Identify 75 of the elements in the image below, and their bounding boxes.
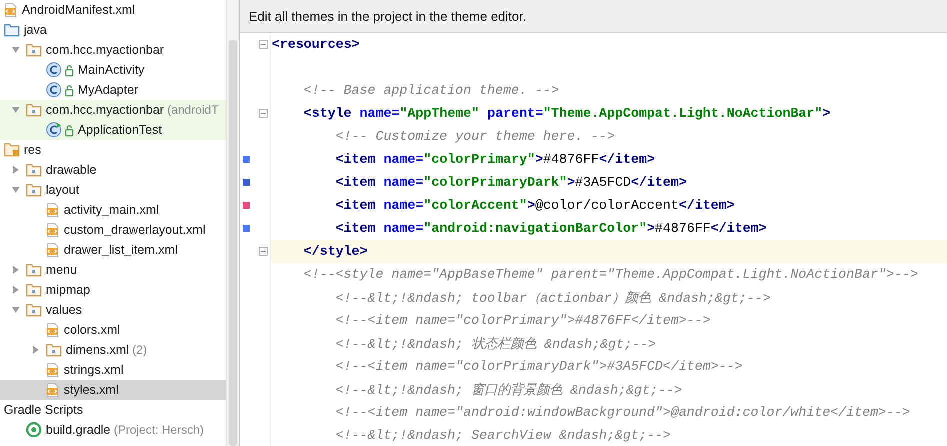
code-line: <!--&lt;!&ndash; SearchView &ndash;&gt;-->	[336, 428, 671, 443]
collapse-arrow-icon[interactable]	[11, 306, 21, 314]
code-line: <!--<item name="colorPrimary">#4876FF</item>-->	[336, 313, 711, 328]
package-folder-icon	[26, 164, 42, 176]
tree-item[interactable]: strings.xml	[0, 360, 226, 380]
tree-item[interactable]: layout	[0, 180, 226, 200]
banner-text: Edit all themes in the project in the theme editor.	[249, 8, 526, 24]
tree-item[interactable]: AndroidManifest.xml	[0, 0, 226, 20]
tree-item[interactable]: drawable	[0, 160, 226, 180]
tree-item[interactable]: com.hcc.myactionbar	[0, 40, 226, 60]
fold-marker-icon[interactable]	[259, 247, 268, 256]
expand-arrow-icon[interactable]	[12, 165, 20, 175]
class-icon	[46, 62, 76, 78]
fold-marker-icon[interactable]	[259, 40, 268, 49]
code-line: <!--<style name="AppBaseTheme" parent="Theme.AppCompat.Light.NoActionBar">-->	[304, 267, 918, 282]
package-folder-icon	[26, 264, 42, 276]
code-line: <!-- Customize your theme here. -->	[336, 129, 616, 144]
code-line: <resources>	[272, 37, 360, 52]
package-folder-icon	[46, 344, 62, 356]
xml-file-icon	[46, 222, 60, 238]
code-line: <!--&lt;!&ndash; 状态栏颜色 &ndash;&gt;-->	[336, 336, 656, 352]
tree-item[interactable]: java	[0, 20, 226, 40]
tree-item[interactable]: MainActivity	[0, 60, 226, 80]
tree-item[interactable]: res	[0, 140, 226, 160]
tree-item[interactable]: activity_main.xml	[0, 200, 226, 220]
tree-item[interactable]: custom_drawerlayout.xml	[0, 220, 226, 240]
class-icon	[46, 82, 76, 98]
tree-item[interactable]: values	[0, 300, 226, 320]
collapse-arrow-icon[interactable]	[11, 46, 21, 54]
expand-arrow-icon[interactable]	[32, 345, 40, 355]
collapse-arrow-icon[interactable]	[11, 186, 21, 194]
gradle-icon	[26, 422, 42, 438]
collapse-arrow-icon[interactable]	[11, 106, 21, 114]
xml-file-icon	[4, 2, 18, 18]
scrollbar[interactable]	[226, 0, 239, 446]
code-line: <item name="colorPrimary">#4876FF</item>	[336, 152, 656, 167]
tree-item[interactable]: ApplicationTest	[0, 120, 226, 140]
code-line: <item name="android:navigationBarColor">#4876FF</item>	[336, 221, 767, 236]
code-line: <item name="colorPrimaryDark">#3A5FCD</item>	[336, 175, 687, 190]
code-line: <item name="colorAccent">@color/colorAccent</item>	[336, 198, 735, 213]
tree-item[interactable]: Gradle Scripts	[0, 400, 226, 420]
tree-item[interactable]: colors.xml	[0, 320, 226, 340]
color-swatch[interactable]	[243, 156, 250, 163]
code-line: <!--&lt;!&ndash; toolbar（actionbar）颜色 &ndash;&gt;-->	[336, 290, 771, 306]
package-folder-icon	[26, 304, 42, 316]
package-folder-icon	[26, 284, 42, 296]
tree-item[interactable]: mipmap	[0, 280, 226, 300]
color-swatch[interactable]	[243, 225, 250, 232]
code-line: <!-- Base application theme. -->	[304, 83, 560, 98]
tree-item[interactable]: MyAdapter	[0, 80, 226, 100]
xml-file-icon	[46, 382, 60, 398]
folder-icon	[4, 24, 20, 36]
fold-marker-icon[interactable]	[259, 109, 268, 118]
tree-item[interactable]: com.hcc.myactionbar (androidT	[0, 100, 226, 120]
package-folder-icon	[26, 184, 42, 196]
tree-item[interactable]: dimens.xml (2)	[0, 340, 226, 360]
tree-item[interactable]: styles.xml	[0, 380, 226, 400]
color-swatch[interactable]	[243, 202, 250, 209]
tree-item[interactable]: menu	[0, 260, 226, 280]
code-line: <!--<item name="colorPrimaryDark">#3A5FCD</item>-->	[336, 359, 743, 374]
xml-file-icon	[46, 202, 60, 218]
tree-item[interactable]: drawer_list_item.xml	[0, 240, 226, 260]
package-folder-icon	[26, 44, 42, 56]
package-folder-icon	[26, 104, 42, 116]
xml-file-icon	[46, 242, 60, 258]
code-line: </style>	[304, 244, 368, 259]
code-line: <!--<item name="android:windowBackground">@android:color/white</item>-->	[336, 405, 910, 420]
code-line: <!--&lt;!&ndash; 窗口的背景颜色 &ndash;&gt;-->	[336, 382, 682, 398]
color-swatch[interactable]	[243, 179, 250, 186]
tree-item[interactable]: build.gradle (Project: Hersch)	[0, 420, 226, 440]
test-class-icon	[46, 122, 76, 138]
xml-file-icon	[46, 362, 60, 378]
resource-folder-icon	[4, 143, 20, 157]
xml-file-icon	[46, 322, 60, 338]
code-line: <style name="AppTheme" parent="Theme.AppCompat.Light.NoActionBar">	[304, 106, 831, 121]
